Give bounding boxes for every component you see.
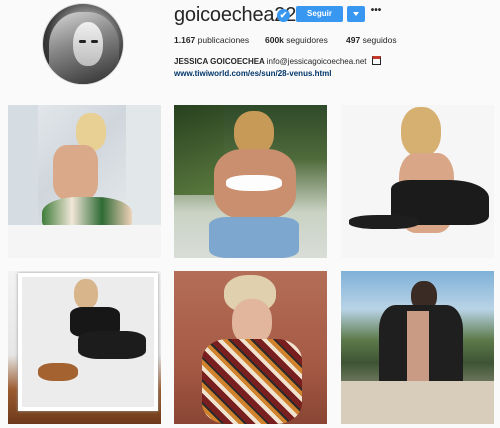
profile-bio: JESSICA GOICOECHEA info@jessicagoicoeche… <box>174 56 381 66</box>
stat-posts: 1.167 publicaciones <box>174 35 249 45</box>
profile-website-link[interactable]: www.tiwiworld.com/es/sun/28-venus.html <box>174 69 332 78</box>
post-4-hair <box>74 279 98 309</box>
avatar-eye-left <box>79 40 86 43</box>
post-3-hair <box>401 107 441 157</box>
profile-email: info@jessicagoicoechea.net <box>266 57 367 66</box>
post-thumbnail-3[interactable] <box>341 105 494 258</box>
post-4-pants <box>78 331 146 359</box>
followers-label: seguidores <box>286 35 328 45</box>
stat-following[interactable]: 497 seguidos <box>346 35 397 45</box>
post-thumbnail-2[interactable] <box>174 105 327 258</box>
posts-count: 1.167 <box>174 35 196 45</box>
post-3-sleeve <box>349 215 419 229</box>
calendar-icon <box>371 56 381 65</box>
suggested-dropdown-button[interactable] <box>347 6 365 22</box>
post-5-shirt <box>202 339 302 424</box>
verified-badge-icon: ✔ <box>277 9 290 22</box>
followers-count: 600k <box>265 35 284 45</box>
profile-avatar[interactable] <box>42 3 124 85</box>
post-thumbnail-4[interactable] <box>8 271 161 424</box>
post-1-body <box>53 145 98 200</box>
following-label: seguidos <box>362 35 397 45</box>
post-thumbnail-5[interactable] <box>174 271 327 424</box>
follow-button[interactable]: Seguir <box>296 6 343 22</box>
post-6-terrace <box>341 381 494 424</box>
post-thumbnail-6[interactable] <box>341 271 494 424</box>
chevron-down-icon <box>353 12 359 16</box>
post-6-skin <box>407 311 429 381</box>
posts-label: publicaciones <box>197 35 250 45</box>
post-4-dog <box>38 363 78 381</box>
avatar-face <box>73 22 103 66</box>
more-options-icon[interactable]: ••• <box>369 6 383 16</box>
profile-full-name: JESSICA GOICOECHEA <box>174 57 265 66</box>
post-2-bikini <box>226 175 282 191</box>
post-thumbnail-1[interactable] <box>8 105 161 258</box>
avatar-eye-right <box>91 40 98 43</box>
post-2-shorts <box>209 217 299 258</box>
stat-followers[interactable]: 600k seguidores <box>265 35 328 45</box>
post-1-floor <box>8 225 161 258</box>
following-count: 497 <box>346 35 361 45</box>
